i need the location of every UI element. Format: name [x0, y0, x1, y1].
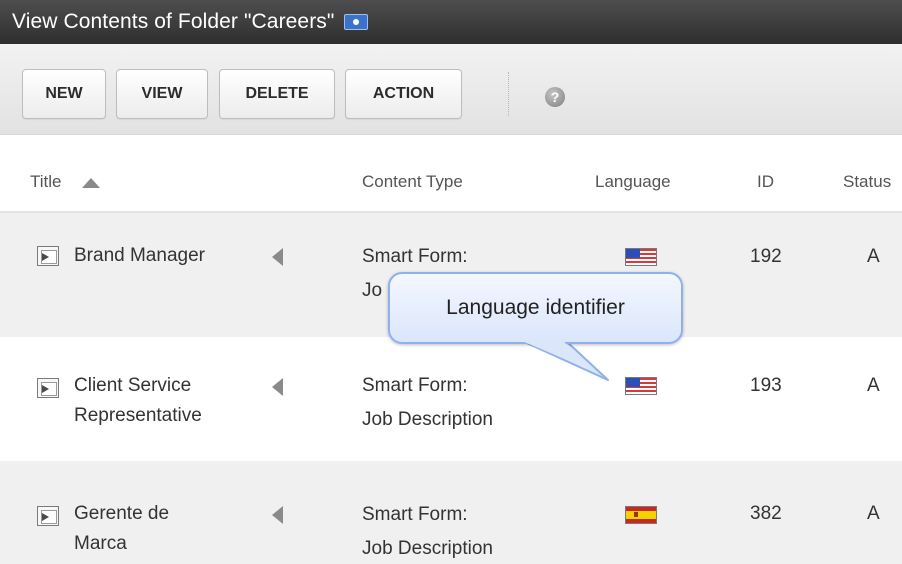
row-title[interactable]: Brand Manager: [74, 241, 205, 271]
row-content-type: Smart Form: Job Description: [362, 498, 493, 564]
language-identifier-callout: Language identifier: [388, 272, 683, 344]
spain-flag-icon: [625, 506, 657, 524]
row-content-type-line2: Job Description: [362, 538, 493, 559]
window-titlebar: View Contents of Folder "Careers": [0, 0, 902, 44]
smart-form-content-icon: [37, 246, 59, 266]
row-title[interactable]: Client Service Representative: [74, 371, 202, 431]
row-status: A: [867, 503, 880, 524]
row-content-type-line1: Smart Form:: [362, 504, 468, 525]
row-content-type-line1: Smart Form:: [362, 246, 468, 267]
table-header: Title Content Type Language ID Status: [0, 135, 902, 213]
new-button[interactable]: NEW: [22, 69, 106, 119]
row-title-line1[interactable]: Brand Manager: [74, 245, 205, 266]
column-header-id[interactable]: ID: [757, 172, 774, 192]
row-content-type: Smart Form: Job Description: [362, 369, 493, 437]
row-title-line2[interactable]: Marca: [74, 533, 127, 554]
delete-button[interactable]: DELETE: [219, 69, 335, 119]
action-button[interactable]: ACTION: [345, 69, 462, 119]
column-header-status[interactable]: Status: [843, 172, 891, 192]
row-status: A: [867, 246, 880, 267]
us-flag-icon: [625, 248, 657, 266]
row-title-line2[interactable]: Representative: [74, 405, 202, 426]
row-id: 382: [750, 503, 782, 524]
window-title: View Contents of Folder "Careers": [12, 10, 335, 33]
smart-form-content-icon: [37, 378, 59, 398]
toolbar-separator: [508, 72, 509, 116]
row-content-type-line2: Job Description: [362, 409, 493, 430]
smart-form-content-icon: [37, 506, 59, 526]
row-title-line1[interactable]: Client Service: [74, 375, 191, 396]
row-content-type-line2: Jo: [362, 280, 383, 301]
row-menu-arrow-icon[interactable]: [272, 506, 283, 524]
row-content-type-line1: Smart Form:: [362, 375, 468, 396]
row-menu-arrow-icon[interactable]: [272, 248, 283, 266]
row-menu-arrow-icon[interactable]: [272, 378, 283, 396]
row-title[interactable]: Gerente de Marca: [74, 499, 169, 559]
row-id: 193: [750, 375, 782, 396]
us-flag-icon: [625, 377, 657, 395]
toolbar: NEW VIEW DELETE ACTION ?: [0, 44, 902, 135]
column-header-content-type[interactable]: Content Type: [362, 172, 463, 192]
row-status: A: [867, 375, 880, 396]
column-header-language[interactable]: Language: [595, 172, 671, 192]
folder-contents-window: View Contents of Folder "Careers" NEW VI…: [0, 0, 902, 564]
column-header-title[interactable]: Title: [30, 172, 62, 192]
sort-ascending-icon[interactable]: [82, 178, 100, 188]
help-icon[interactable]: ?: [545, 87, 565, 107]
row-title-line1[interactable]: Gerente de: [74, 503, 169, 524]
table-row[interactable]: Client Service Representative Smart Form…: [0, 337, 902, 461]
folder-properties-icon[interactable]: [344, 14, 369, 30]
row-id: 192: [750, 246, 782, 267]
view-button[interactable]: VIEW: [116, 69, 208, 119]
table-row[interactable]: Gerente de Marca Smart Form: Job Descrip…: [0, 461, 902, 564]
